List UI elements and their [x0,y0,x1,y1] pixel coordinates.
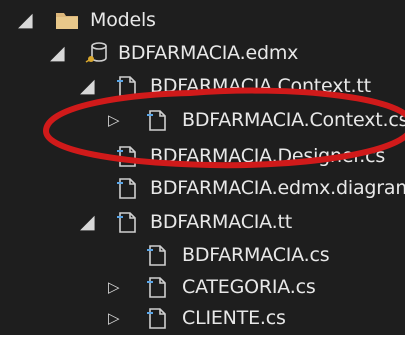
tree-item-label: BDFARMACIA.tt [150,211,292,233]
collapsed-arrow-icon[interactable]: ▷ [108,271,120,303]
frame-edge [0,335,409,339]
tree-item-label: BDFARMACIA.cs [182,244,330,266]
tree-item-label: BDFARMACIA.Context.tt [150,75,371,97]
expanded-arrow-icon[interactable]: ◢ [80,206,95,238]
expanded-arrow-icon[interactable]: ◢ [50,37,65,69]
expanded-arrow-icon[interactable]: ◢ [80,70,95,102]
file-icon [117,76,136,97]
expanded-arrow-icon[interactable]: ◢ [18,4,33,36]
tree-item-models[interactable]: ◢ Models [0,4,409,36]
file-icon [147,277,166,298]
tree-item-categoria-cs[interactable]: ▷ CATEGORIA.cs [0,271,409,303]
tree-item-designer-cs[interactable]: BDFARMACIA.Designer.cs [0,140,409,172]
tree-item-context-cs[interactable]: ▷ BDFARMACIA.Context.cs [0,104,409,136]
tree-item-label: BDFARMACIA.edmx.diagram [150,177,409,199]
collapsed-arrow-icon[interactable]: ▷ [108,104,120,136]
entity-model-icon [85,42,107,63]
tree-item-context-tt[interactable]: ◢ BDFARMACIA.Context.tt [0,70,409,102]
tree-item-edmx[interactable]: ◢ BDFARMACIA.edmx [0,37,409,69]
tree-item-label: BDFARMACIA.Designer.cs [150,145,386,167]
collapsed-arrow-icon[interactable]: ▷ [108,302,120,334]
file-icon [147,110,166,131]
solution-explorer-tree: ◢ Models ◢ BDFARMACIA.edmx ◢ BDFARMACIA.… [0,0,409,339]
file-icon [117,212,136,233]
tree-item-label: BDFARMACIA.edmx [118,42,299,64]
tree-item-diagram[interactable]: BDFARMACIA.edmx.diagram [0,172,409,204]
file-icon [117,146,136,167]
folder-icon [56,13,78,29]
frame-edge [405,0,409,339]
file-icon [147,245,166,266]
file-icon [117,178,136,199]
file-icon [147,308,166,329]
tree-item-bdfarmacia-cs[interactable]: BDFARMACIA.cs [0,239,409,271]
tree-item-cliente-cs[interactable]: ▷ CLIENTE.cs [0,302,409,334]
tree-item-tt[interactable]: ◢ BDFARMACIA.tt [0,206,409,238]
tree-item-label: CLIENTE.cs [182,307,286,329]
tree-item-label: Models [90,9,156,31]
tree-item-label: BDFARMACIA.Context.cs [182,109,409,131]
tree-item-label: CATEGORIA.cs [182,276,316,298]
